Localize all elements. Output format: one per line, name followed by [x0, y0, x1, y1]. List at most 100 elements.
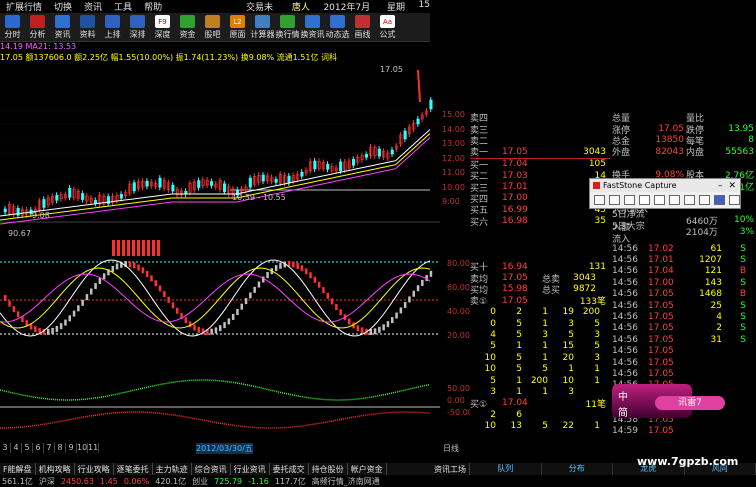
osc-bar — [386, 321, 390, 328]
capture-object-icon[interactable] — [609, 195, 620, 205]
bottom-tab[interactable]: 行业攻略 — [75, 463, 114, 475]
osc-bar — [317, 281, 321, 288]
osc-bar — [16, 311, 20, 318]
ad-label[interactable]: 讯雷7 — [655, 396, 725, 410]
candle-body — [274, 179, 278, 183]
period-tab[interactable]: 5 — [22, 443, 33, 453]
tick-time: 14:59 — [612, 425, 638, 436]
bottom-tab[interactable]: 委托成交 — [270, 463, 309, 475]
candle-body — [158, 177, 162, 188]
osc-bar — [403, 302, 407, 309]
right-tab[interactable]: 分布 — [542, 463, 613, 475]
bottom-tab[interactable]: 帐户资金 — [348, 463, 387, 475]
quote-volume: 105 — [588, 159, 606, 170]
tick-time: 14:56 — [612, 323, 638, 334]
osc-bar — [244, 298, 248, 305]
period-tab[interactable]: 4 — [11, 443, 22, 453]
signal-bar — [147, 240, 150, 256]
period-tab[interactable]: 6 — [33, 443, 44, 453]
period-tab[interactable]: 10 — [77, 443, 88, 453]
queue-cell: 10 — [484, 364, 496, 375]
toolbar-button-13[interactable]: 动态选 — [325, 12, 350, 41]
quote-volume: 131 — [588, 261, 606, 272]
candle-body — [81, 193, 85, 200]
capture-window-icon[interactable] — [594, 195, 605, 205]
capture-rect-icon[interactable] — [624, 195, 635, 205]
bottom-tab-right[interactable]: 资讯工场 — [431, 463, 470, 475]
osc-bar — [184, 317, 188, 324]
period-tab[interactable]: 8 — [55, 443, 66, 453]
toolbar-button-label: 换资讯 — [300, 30, 325, 39]
toolbar-button-0[interactable]: 分时 — [0, 12, 25, 41]
period-tab[interactable]: 9 — [66, 443, 77, 453]
candle-body — [210, 181, 214, 186]
save-icon[interactable] — [714, 195, 725, 205]
tick-price: 17.05 — [648, 346, 674, 357]
settings-icon[interactable] — [729, 195, 740, 205]
capture-video-icon[interactable] — [699, 195, 710, 205]
toolbar-button-label: 资料 — [79, 30, 96, 39]
sell-level: 卖一 17.05 3043 — [470, 146, 610, 159]
toolbar-button-12[interactable]: 换资讯 — [300, 12, 325, 41]
toolbar-button-1[interactable]: 分析 — [25, 12, 50, 41]
osc-bar — [227, 318, 231, 325]
calculator-icon — [255, 15, 270, 28]
queue-cell: 5 — [568, 329, 574, 340]
osc-bar — [296, 262, 299, 269]
bottom-tab[interactable]: 行业资讯 — [231, 463, 270, 475]
osc-bar — [322, 287, 325, 294]
tick-price: 17.00 — [648, 277, 674, 288]
osc-bar — [12, 306, 16, 313]
toolbar-button-4[interactable]: 上排 — [100, 12, 125, 41]
toolbar-button-2[interactable]: 资讯 — [50, 12, 75, 41]
faststone-titlebar[interactable]: FastStone Capture – ✕ — [590, 179, 740, 192]
queue-cell: 1 — [594, 375, 600, 386]
tick-volume: 61 — [710, 243, 722, 254]
toolbar-button-label: 深度 — [154, 30, 171, 39]
faststone-capture-window[interactable]: FastStone Capture – ✕ — [589, 178, 741, 209]
capture-fullscreen-icon[interactable] — [654, 195, 665, 205]
stat-key: 外盘 — [612, 148, 631, 159]
osc-bar — [8, 300, 11, 307]
osc-bar — [72, 310, 76, 317]
bottom-tab[interactable]: 主力轨迹 — [153, 463, 192, 475]
toolbar-button-14[interactable]: 画线 — [350, 12, 375, 41]
toolbar-button-7[interactable]: 资金 — [175, 12, 200, 41]
tick-price: 17.05 — [648, 368, 674, 379]
toolbar-button-9[interactable]: L2 原面 — [225, 12, 250, 41]
bottom-tab[interactable]: 逐笔委托 — [114, 463, 153, 475]
toolbar-button-5[interactable]: 深排 — [125, 12, 150, 41]
period-tab[interactable]: 7 — [44, 443, 55, 453]
queue-cell: 10 — [562, 375, 574, 386]
capture-scroll-icon[interactable] — [669, 195, 680, 205]
queue-cell: 10 — [484, 352, 496, 363]
right-tab[interactable]: 队列 — [470, 463, 542, 475]
tick-volume: 121 — [704, 266, 722, 277]
toolbar-button-8[interactable]: 股吧 — [200, 12, 225, 41]
osc-bar — [421, 279, 424, 286]
period-tab[interactable]: 3 — [0, 443, 11, 453]
tick-time: 14:56 — [612, 346, 638, 357]
toolbar-button-10[interactable]: 计算器 — [250, 12, 275, 41]
toolbar-button-11[interactable]: 换行情 — [275, 12, 300, 41]
capture-fixed-icon[interactable] — [684, 195, 695, 205]
osc-bar — [47, 328, 50, 335]
bottom-tab[interactable]: 机构攻略 — [36, 463, 75, 475]
toolbar-button-3[interactable]: 资料 — [75, 12, 100, 41]
bottom-tab[interactable]: F能解盘 — [0, 463, 36, 475]
osc-bar — [373, 328, 377, 335]
capture-freehand-icon[interactable] — [639, 195, 650, 205]
bottom-tab[interactable]: 持仓股份 — [309, 463, 348, 475]
close-icon[interactable]: ✕ — [728, 181, 736, 191]
period-tab[interactable]: 11 — [88, 443, 99, 453]
quote-price: 17.00 — [502, 193, 528, 204]
status-item: 725.79 — [214, 476, 243, 486]
minimize-icon[interactable]: – — [718, 181, 723, 191]
osc-bar — [305, 268, 308, 275]
osc-bar — [360, 327, 364, 334]
candle-body — [145, 180, 149, 187]
bottom-tab[interactable]: 综合资讯 — [192, 463, 231, 475]
toolbar-button-6[interactable]: F9 深度 — [150, 12, 175, 41]
toolbar-button-15[interactable]: Aa 公式 — [375, 12, 400, 41]
tick-row: 14:56 17.05 25 S — [612, 300, 756, 311]
